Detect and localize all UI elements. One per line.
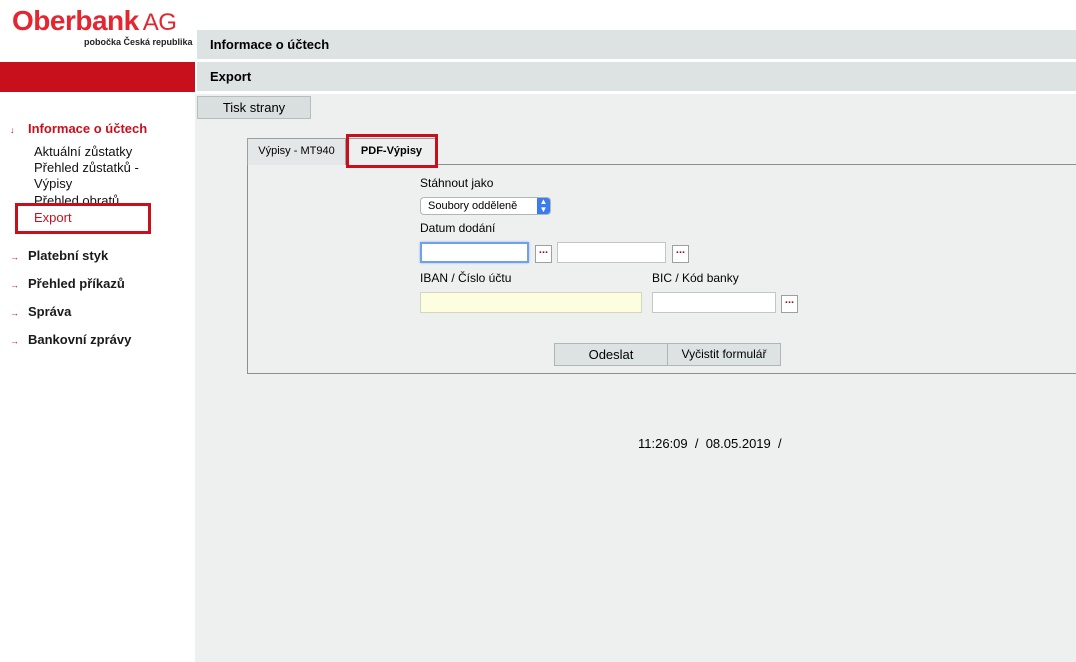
timestamp: 11:26:09 / 08.05.2019 /	[638, 436, 782, 451]
download-as-label: Stáhnout jako	[420, 176, 494, 190]
brand-band	[0, 62, 195, 92]
arrow-down-icon: ↓	[10, 125, 15, 135]
sidebar-item-bank-messages[interactable]: → Bankovní zprávy	[10, 332, 131, 347]
submit-button[interactable]: Odeslat	[554, 343, 668, 366]
logo-subtitle: pobočka Česká republika	[84, 37, 193, 47]
bic-picker-button[interactable]: ...	[781, 295, 798, 313]
date-from-picker-button[interactable]: ...	[535, 245, 552, 263]
bank-logo[interactable]: Oberbank AG pobočka Česká republika	[12, 6, 193, 50]
sidebar-item-label: Platební styk	[28, 248, 109, 263]
page-title: Export	[197, 62, 1076, 91]
content-area: Tisk strany Výpisy - MT940 PDF-Výpisy St…	[195, 94, 1076, 662]
date-from-field[interactable]	[420, 242, 529, 263]
print-button[interactable]: Tisk strany	[197, 96, 311, 119]
sidebar-item-payments[interactable]: → Platební styk	[10, 248, 108, 263]
logo-wordmark: Oberbank AG	[12, 6, 187, 38]
date-to-field[interactable]	[557, 242, 666, 263]
arrow-right-icon: →	[10, 280, 19, 290]
sidebar-subitem-turnover-overview[interactable]: Přehled obratů	[34, 193, 119, 203]
arrow-right-icon: →	[10, 336, 19, 346]
sidebar-item-label: Přehled příkazů	[28, 276, 125, 291]
clear-form-button[interactable]: Vyčistit formulář	[667, 343, 781, 366]
export-highlight-box	[15, 203, 151, 234]
logo-name: Oberbank	[12, 5, 139, 36]
date-to-picker-button[interactable]: ...	[672, 245, 689, 263]
download-as-value: Soubory odděleně	[428, 200, 518, 212]
tab-highlight-box	[346, 134, 438, 168]
bic-field[interactable]	[652, 292, 776, 313]
sidebar-item-label: Správa	[28, 304, 72, 319]
delivery-date-label: Datum dodání	[420, 221, 496, 235]
sidebar-item-orders-overview[interactable]: → Přehled příkazů	[10, 276, 125, 291]
sidebar-subitem-current-balances[interactable]: Aktuální zůstatky	[34, 144, 132, 160]
sidebar-subitem-balance-overview[interactable]: Přehled zůstatků - Výpisy	[34, 160, 164, 192]
iban-field[interactable]	[420, 292, 642, 313]
sidebar-item-label: Bankovní zprávy	[28, 332, 132, 347]
download-as-select[interactable]: Soubory odděleně ▲ ▼	[420, 197, 551, 215]
iban-label: IBAN / Číslo účtu	[420, 271, 512, 285]
select-arrows-icon: ▲ ▼	[537, 198, 550, 214]
logo-suffix: AG	[142, 9, 177, 36]
section-title: Informace o účtech	[197, 30, 1076, 59]
arrow-right-icon: →	[10, 252, 19, 262]
tab-mt940[interactable]: Výpisy - MT940	[247, 138, 346, 165]
sidebar-item-label: Informace o účtech	[28, 121, 148, 136]
sidebar-item-administration[interactable]: → Správa	[10, 304, 71, 319]
arrow-right-icon: →	[10, 308, 19, 318]
bic-label: BIC / Kód banky	[652, 271, 739, 285]
sidebar-item-account-info[interactable]: ↓ Informace o účtech	[10, 121, 147, 136]
